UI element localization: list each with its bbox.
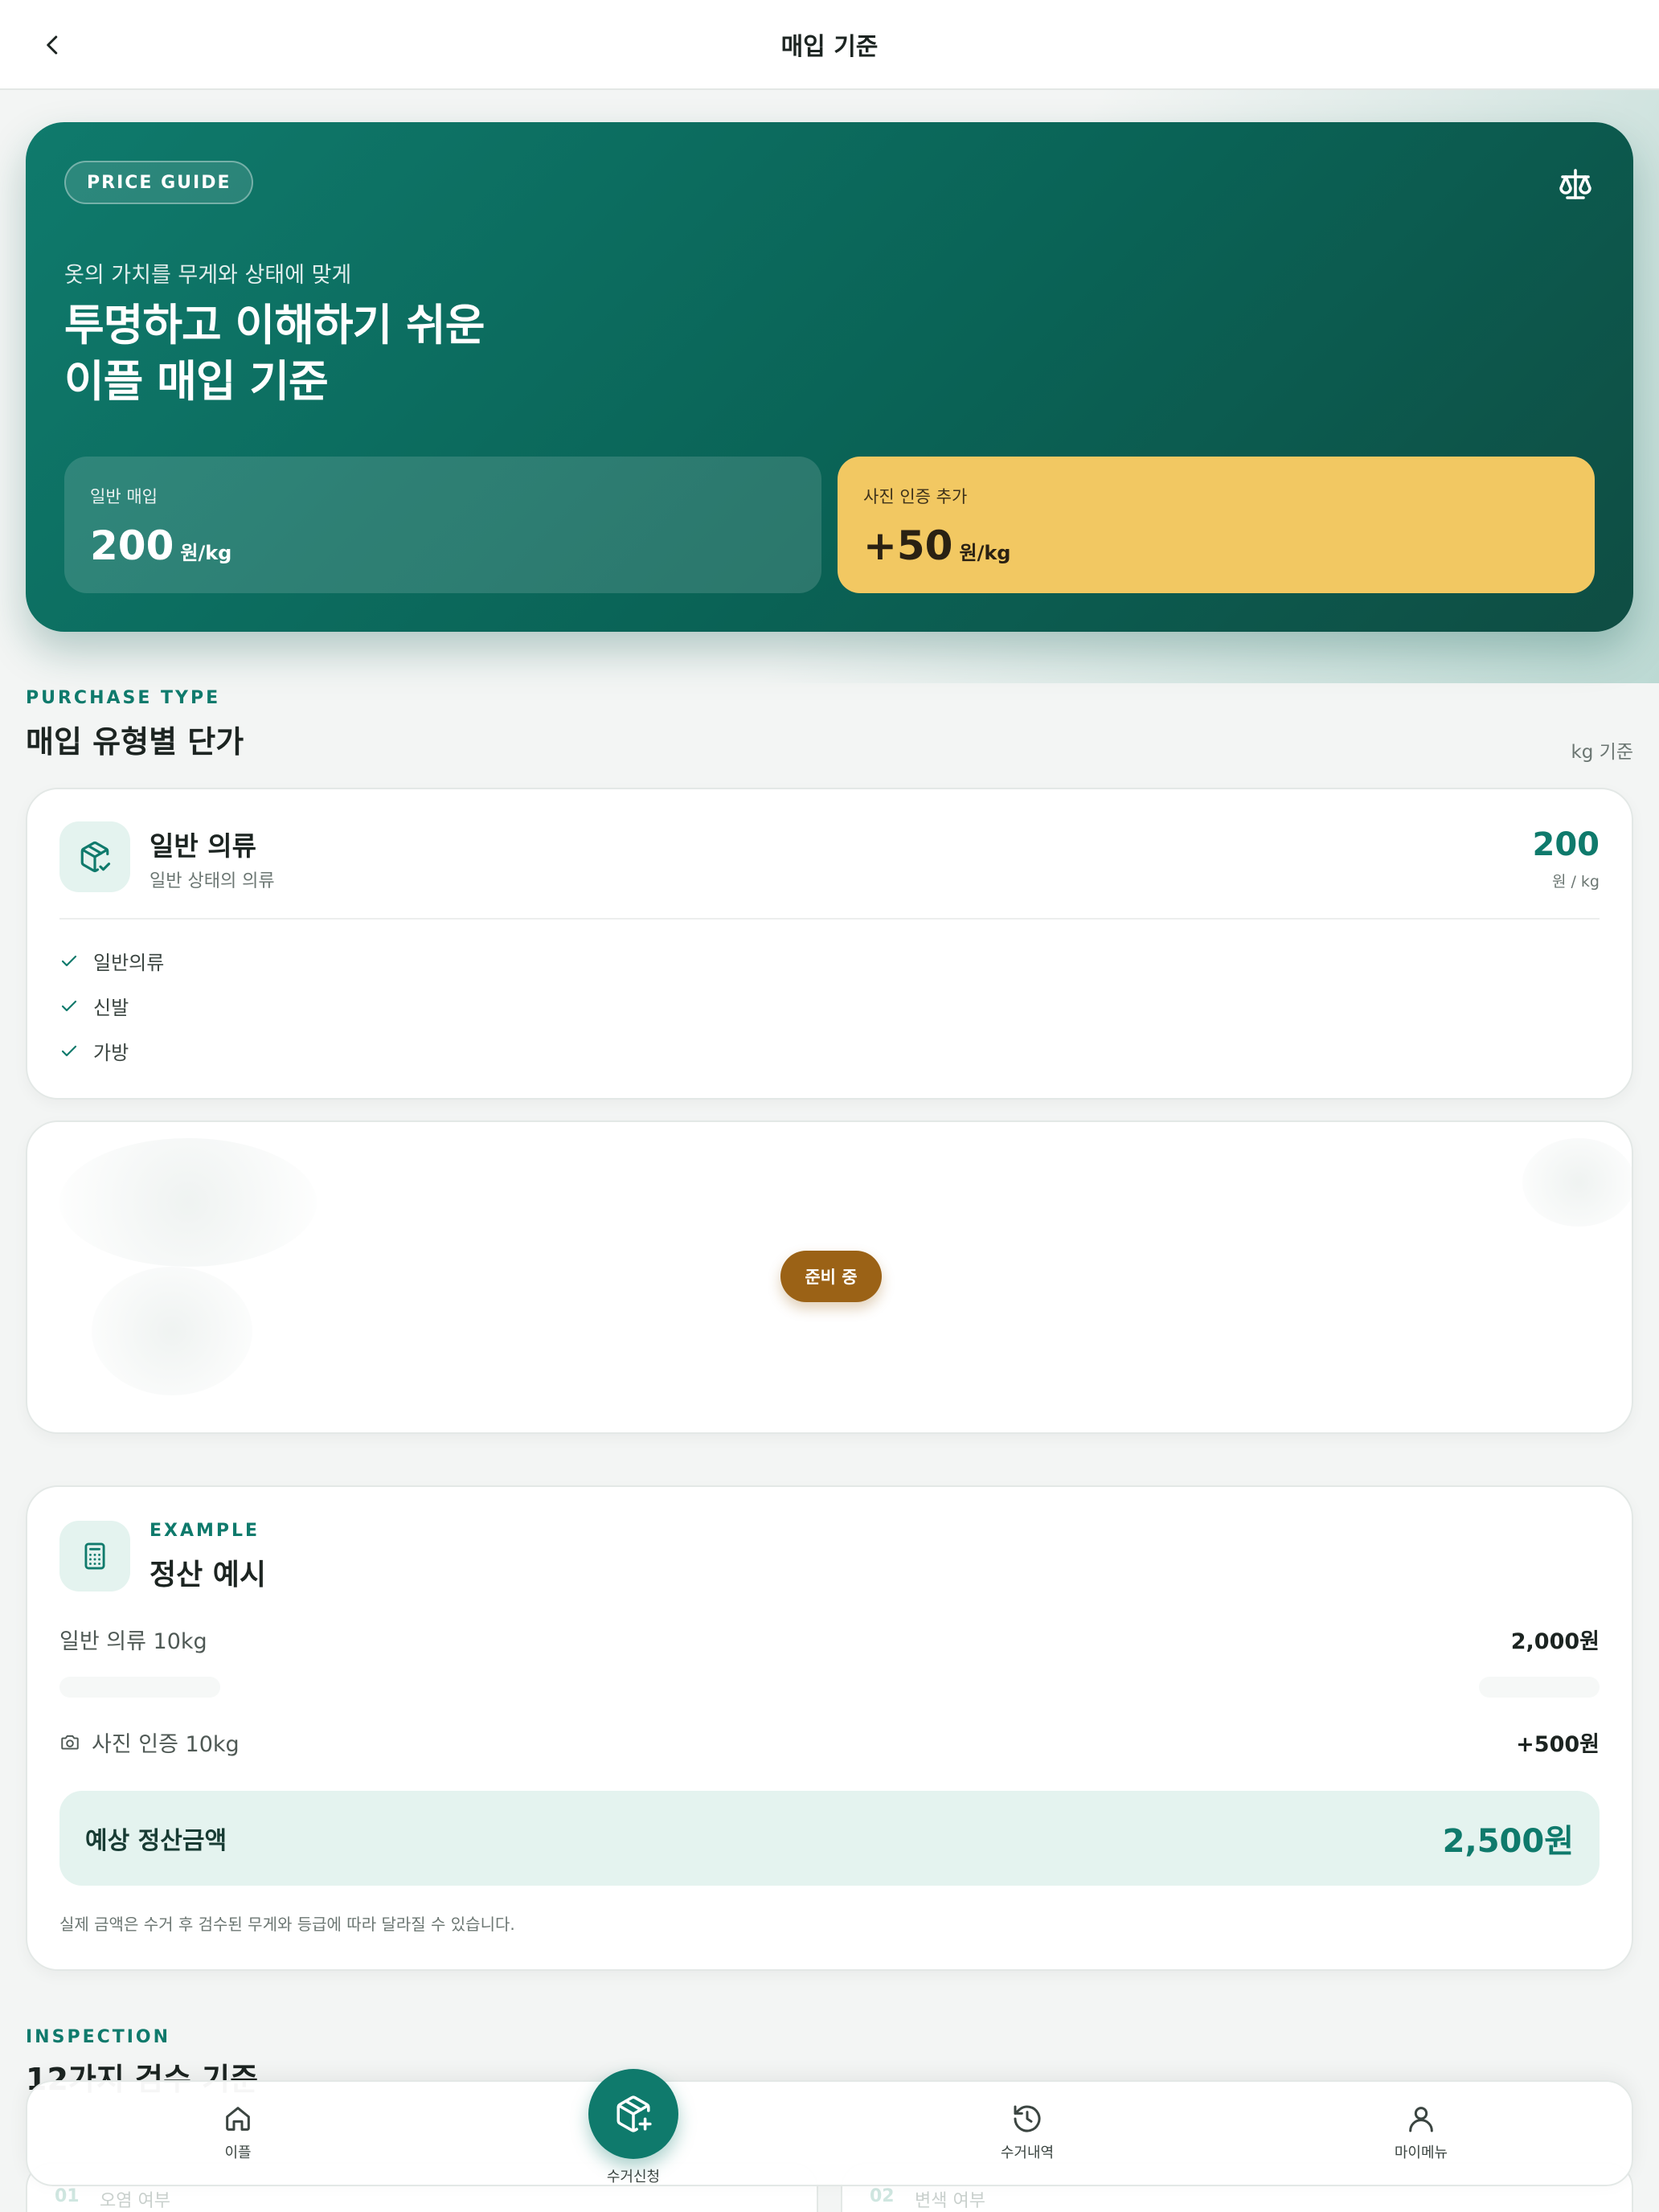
- purchase-type-eyebrow: PURCHASE TYPE: [26, 688, 221, 708]
- example-row-photo: 사진 인증 10kg +500원: [59, 1727, 1600, 1758]
- general-clothing-name: 일반 의류: [150, 830, 256, 862]
- package-icon-box: [59, 821, 130, 892]
- example-eyebrow: EXAMPLE: [150, 1521, 260, 1541]
- general-clothing-card: 일반 의류 일반 상태의 의류 200 원 / kg 일반의류 신발 가방: [26, 788, 1633, 1100]
- list-item: 일반의류: [59, 947, 164, 975]
- home-icon: [226, 2107, 250, 2131]
- tab-history-label: 수거내역: [1000, 2144, 1055, 2161]
- price-guide-hero-card: PRICE GUIDE 옷의 가치를 무게와 상태에 맞게 투명하고 이해하기 …: [26, 122, 1633, 632]
- blurred-placeholder: [1479, 1677, 1600, 1698]
- price-guide-badge: PRICE GUIDE: [64, 161, 254, 204]
- camera-icon: [61, 1735, 79, 1750]
- disclaimer-note: 실제 금액은 수거 후 검수된 무게와 등급에 따라 달라질 수 있습니다.: [59, 1915, 515, 1934]
- expected-total-label: 예상 정산금액: [85, 1827, 227, 1855]
- top-app-bar: 매입 기준: [0, 0, 1659, 90]
- coming-soon-badge: 준비 중: [780, 1251, 882, 1302]
- pickup-request-button[interactable]: [588, 2069, 678, 2159]
- expected-total-amount: 2,500원: [1442, 1823, 1574, 1860]
- hero-headline-line2: 이플 매입 기준: [64, 356, 329, 407]
- inspection-eyebrow: INSPECTION: [26, 2027, 171, 2047]
- page-title: 매입 기준: [780, 33, 879, 61]
- normal-rate-unit: 원/kg: [180, 542, 232, 564]
- blurred-placeholder: [59, 1138, 317, 1267]
- tab-my-menu-label: 마이메뉴: [1394, 2144, 1448, 2161]
- photo-rate-unit: 원/kg: [959, 542, 1011, 564]
- general-clothing-price: 200: [1532, 826, 1600, 863]
- kg-basis-note: kg 기준: [1571, 742, 1633, 763]
- example-row-label: 사진 인증 10kg: [92, 1732, 240, 1757]
- scale-icon: [1559, 169, 1591, 199]
- photo-rate-label: 사진 인증 추가: [863, 487, 968, 506]
- inspection-item-label: 오염 여부: [100, 2191, 170, 2211]
- normal-rate-label: 일반 매입: [90, 487, 158, 506]
- bottom-tab-bar: 이플 수거신청 수거내역 마이메뉴: [26, 2069, 1633, 2186]
- calculator-icon: [84, 1542, 105, 1570]
- normal-rate-value: 200: [90, 522, 174, 569]
- check-icon: [61, 1045, 77, 1056]
- divider: [59, 918, 1600, 920]
- chevron-left-icon: [47, 35, 58, 55]
- blurred-placeholder: [92, 1267, 252, 1395]
- list-item-label: 신발: [93, 997, 129, 1019]
- blurred-placeholder: [59, 1677, 220, 1698]
- package-check-icon: [80, 841, 111, 873]
- photo-rate-value: +50: [863, 522, 953, 569]
- example-row-label: 일반 의류 10kg: [59, 1629, 207, 1654]
- package-plus-icon: [616, 2095, 652, 2132]
- tab-home-label: 이플: [224, 2144, 252, 2161]
- photo-bonus-rate-card: 사진 인증 추가 +50 원/kg: [838, 457, 1595, 593]
- normal-rate-card: 일반 매입 200 원/kg: [64, 457, 821, 593]
- example-row-amount: +500원: [1516, 1732, 1600, 1757]
- user-icon: [1409, 2107, 1433, 2132]
- settlement-example-card: EXAMPLE 정산 예시 일반 의류 10kg 2,000원 사진 인증 10…: [26, 1485, 1633, 1971]
- hero-subtitle: 옷의 가치를 무게와 상태에 맞게: [64, 263, 352, 288]
- inspection-item-number: 01: [55, 2186, 80, 2206]
- example-row-general: 일반 의류 10kg 2,000원: [59, 1624, 1600, 1655]
- check-icon: [61, 955, 77, 966]
- example-row-amount: 2,000원: [1510, 1629, 1600, 1654]
- pending-type-card: 준비 중: [26, 1120, 1633, 1434]
- hero-headline: 투명하고 이해하기 쉬운 이플 매입 기준: [64, 297, 485, 410]
- check-icon: [61, 1000, 77, 1011]
- inspection-item-label: 변색 여부: [915, 2191, 985, 2211]
- inspection-item-number: 02: [870, 2186, 895, 2206]
- history-icon: [1014, 2105, 1041, 2132]
- general-clothing-price-unit: 원 / kg: [1551, 873, 1600, 891]
- blurred-placeholder: [1522, 1138, 1632, 1227]
- tab-history[interactable]: 수거내역: [947, 2103, 1108, 2162]
- expected-total-box: 예상 정산금액 2,500원: [59, 1791, 1600, 1886]
- example-title: 정산 예시: [150, 1559, 267, 1591]
- hero-headline-line1: 투명하고 이해하기 쉬운: [64, 300, 485, 350]
- tab-pickup-request-label[interactable]: 수거신청: [553, 2165, 714, 2186]
- list-item-label: 일반의류: [93, 952, 165, 974]
- list-item-label: 가방: [93, 1042, 129, 1064]
- calculator-icon-box: [59, 1521, 130, 1591]
- list-item: 가방: [59, 1037, 129, 1065]
- general-clothing-desc: 일반 상태의 의류: [150, 871, 275, 891]
- purchase-type-title: 매입 유형별 단가: [26, 724, 244, 760]
- back-button[interactable]: [32, 24, 74, 66]
- list-item: 신발: [59, 992, 129, 1020]
- tab-my-menu[interactable]: 마이메뉴: [1341, 2103, 1501, 2162]
- tab-home[interactable]: 이플: [158, 2103, 318, 2162]
